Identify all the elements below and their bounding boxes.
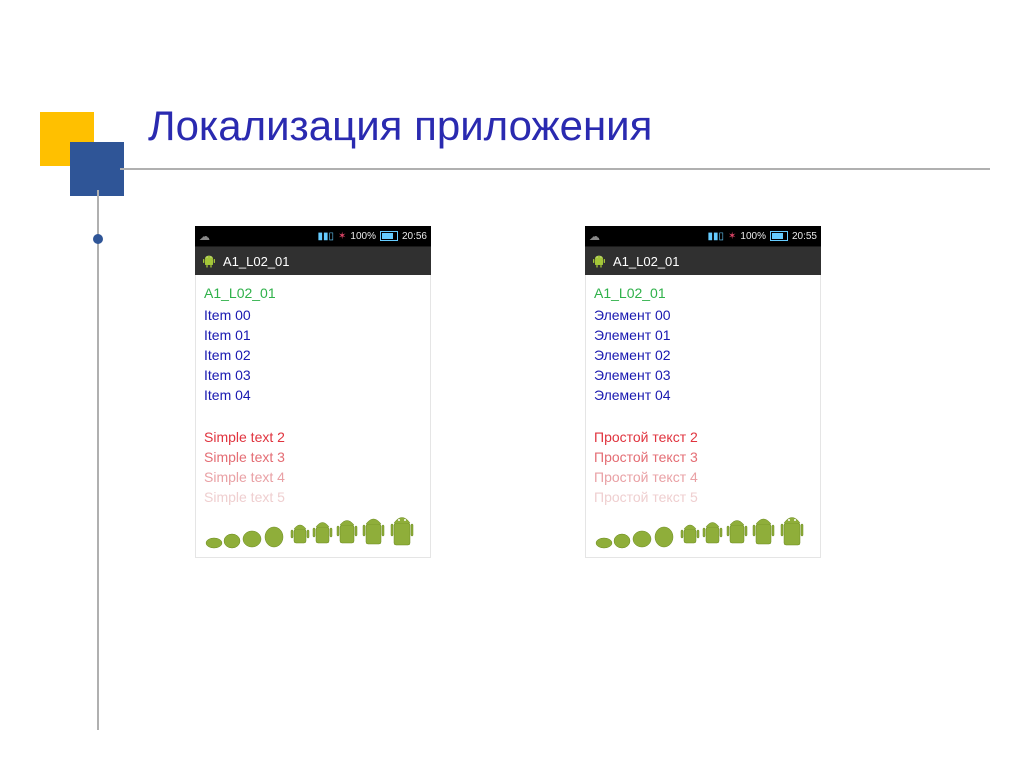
content-header: A1_L02_01 <box>204 285 422 301</box>
list-item: Item 02 <box>204 345 422 365</box>
list-item: Элемент 01 <box>594 325 812 345</box>
items-list: Элемент 00 Элемент 01 Элемент 02 Элемент… <box>594 305 812 405</box>
simple-text: Simple text 2 <box>204 427 422 447</box>
star-icon: ✶ <box>728 231 736 242</box>
items-list: Item 00 Item 01 Item 02 Item 03 Item 04 <box>204 305 422 405</box>
simple-text: Простой текст 4 <box>594 467 812 487</box>
decor-vline <box>97 190 99 730</box>
battery-pct: 100% <box>740 231 766 242</box>
list-item: Элемент 04 <box>594 385 812 405</box>
notification-icon: ☁ <box>199 230 210 243</box>
signal-icon: ▮▮▯ <box>707 231 724 242</box>
android-evolution-image <box>204 513 422 549</box>
simple-text: Simple text 3 <box>204 447 422 467</box>
battery-icon <box>770 231 788 241</box>
signal-icon: ▮▮▯ <box>317 231 334 242</box>
phone-body: A1_L02_01 Item 00 Item 01 Item 02 Item 0… <box>195 275 431 558</box>
android-evolution-image <box>594 513 812 549</box>
simple-text: Простой текст 5 <box>594 487 812 507</box>
android-icon <box>591 253 607 269</box>
battery-icon <box>380 231 398 241</box>
list-item: Элемент 00 <box>594 305 812 325</box>
list-item: Item 00 <box>204 305 422 325</box>
battery-pct: 100% <box>350 231 376 242</box>
decor-hline <box>120 168 990 170</box>
decor-bullet <box>93 234 103 244</box>
notification-icon: ☁ <box>589 230 600 243</box>
simple-text-block: Simple text 2 Simple text 3 Simple text … <box>204 427 422 507</box>
appbar-title: A1_L02_01 <box>223 254 290 269</box>
android-icon <box>201 253 217 269</box>
star-icon: ✶ <box>338 231 346 242</box>
list-item: Элемент 02 <box>594 345 812 365</box>
simple-text: Simple text 4 <box>204 467 422 487</box>
simple-text: Simple text 5 <box>204 487 422 507</box>
slide-title: Локализация приложения <box>148 102 652 150</box>
list-item: Item 03 <box>204 365 422 385</box>
phone-body: A1_L02_01 Элемент 00 Элемент 01 Элемент … <box>585 275 821 558</box>
clock: 20:56 <box>402 231 427 242</box>
status-bar: ☁ ▮▮▯ ✶ 100% 20:56 <box>195 226 431 246</box>
app-bar: A1_L02_01 <box>195 246 431 275</box>
simple-text: Простой текст 3 <box>594 447 812 467</box>
appbar-title: A1_L02_01 <box>613 254 680 269</box>
slide: Локализация приложения ☁ ▮▮▯ ✶ 100% 20:5… <box>0 0 1024 768</box>
decor-square-blue <box>70 142 124 196</box>
status-bar: ☁ ▮▮▯ ✶ 100% 20:55 <box>585 226 821 246</box>
list-item: Item 01 <box>204 325 422 345</box>
simple-text-block: Простой текст 2 Простой текст 3 Простой … <box>594 427 812 507</box>
list-item: Элемент 03 <box>594 365 812 385</box>
content-header: A1_L02_01 <box>594 285 812 301</box>
simple-text: Простой текст 2 <box>594 427 812 447</box>
phone-left: ☁ ▮▮▯ ✶ 100% 20:56 A1_L02_01 A1_L02_01 I… <box>195 226 431 558</box>
clock: 20:55 <box>792 231 817 242</box>
phone-right: ☁ ▮▮▯ ✶ 100% 20:55 A1_L02_01 A1_L02_01 Э… <box>585 226 821 558</box>
app-bar: A1_L02_01 <box>585 246 821 275</box>
list-item: Item 04 <box>204 385 422 405</box>
